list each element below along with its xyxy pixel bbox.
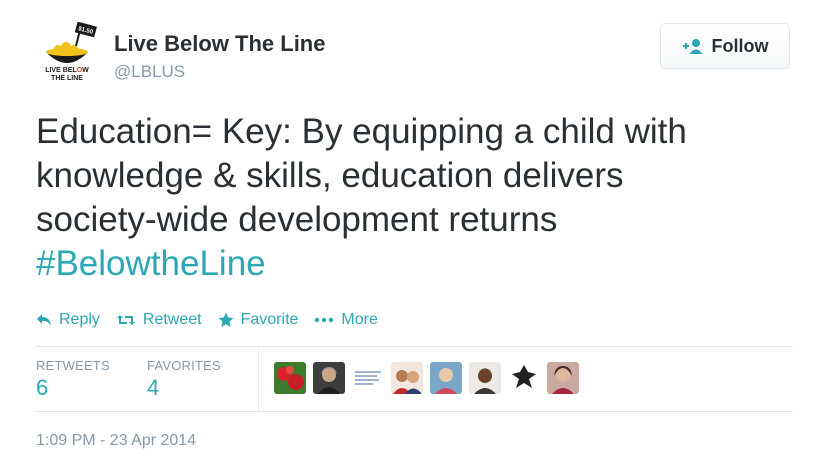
favoriter-avatar[interactable] [547, 362, 579, 394]
reply-action[interactable]: Reply [36, 311, 100, 329]
favorite-action[interactable]: Favorite [218, 311, 299, 329]
favorite-label: Favorite [240, 311, 299, 328]
stats-separator [258, 350, 259, 410]
retweet-icon [116, 313, 136, 327]
hashtag-link[interactable]: #BelowtheLine [36, 242, 796, 286]
tweet-card: $1.50 LIVE BELOW THE LINE Live Below The… [0, 0, 834, 469]
tweet-text-line: Education= Key: By equipping a child wit… [36, 112, 687, 151]
retweets-label: RETWEETS [36, 358, 110, 373]
retweet-label: Retweet [142, 311, 202, 328]
favoriter-avatar[interactable] [469, 362, 501, 394]
tweet-text: Education= Key: By equipping a child wit… [36, 110, 796, 286]
display-name[interactable]: Live Below The Line [114, 31, 325, 57]
retweets-count[interactable]: 6 [36, 375, 48, 401]
stats-divider-top [36, 346, 793, 347]
screen-name[interactable]: @LBLUS [114, 62, 185, 82]
more-label: More [341, 311, 378, 328]
add-user-icon [682, 38, 704, 54]
favorites-label: FAVORITES [147, 358, 221, 373]
stats-divider-bottom [36, 411, 793, 412]
tweet-actions: Reply Retweet Favorite More [36, 311, 378, 329]
star-icon [218, 312, 234, 328]
favoriter-avatar[interactable] [274, 362, 306, 394]
follow-button[interactable]: Follow [660, 23, 790, 69]
favoriter-avatar[interactable] [313, 362, 345, 394]
tweet-text-line: society-wide development returns [36, 200, 558, 239]
favoriter-avatar[interactable] [352, 362, 384, 394]
user-avatar[interactable]: $1.50 LIVE BELOW THE LINE [36, 22, 98, 84]
favoriter-avatar[interactable] [508, 362, 540, 394]
reply-icon [36, 313, 52, 327]
tweet-timestamp[interactable]: 1:09 PM - 23 Apr 2014 [36, 432, 196, 450]
favoriter-avatar[interactable] [391, 362, 423, 394]
svg-text:THE LINE: THE LINE [51, 75, 83, 82]
favorites-count[interactable]: 4 [147, 375, 159, 401]
tweet-text-line: knowledge & skills, education delivers [36, 156, 624, 195]
reply-label: Reply [59, 311, 100, 328]
favoriter-avatar[interactable] [430, 362, 462, 394]
favoriters-avatars [274, 362, 579, 394]
follow-label: Follow [711, 35, 769, 56]
svg-text:LIVE BELOW: LIVE BELOW [45, 67, 89, 74]
retweet-action[interactable]: Retweet [116, 311, 202, 329]
live-below-the-line-logo-icon: $1.50 LIVE BELOW THE LINE [45, 22, 97, 82]
more-action[interactable]: More [314, 311, 378, 329]
more-dots-icon [314, 317, 334, 323]
